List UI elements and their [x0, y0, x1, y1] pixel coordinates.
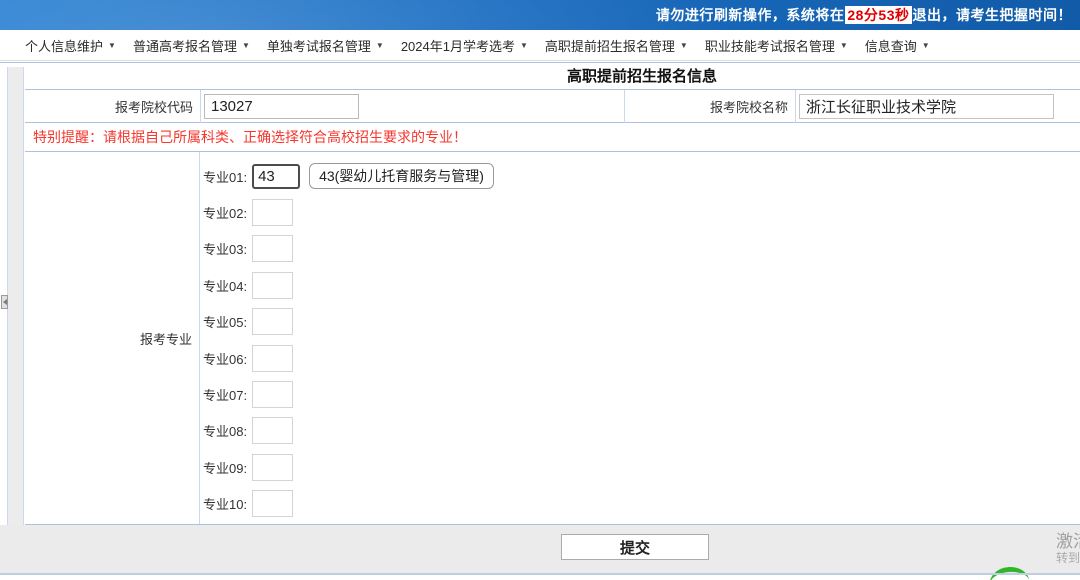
major-row: 专业06:	[203, 340, 494, 376]
major-row: 专业07:	[203, 376, 494, 412]
chevron-down-icon: ▼	[922, 40, 930, 50]
main-menu-bar: 个人信息维护 ▼ 普通高考报名管理 ▼ 单独考试报名管理 ▼ 2024年1月学考…	[0, 30, 1080, 61]
menu-item-label: 职业技能考试报名管理	[705, 36, 835, 55]
major-input[interactable]	[252, 490, 293, 517]
chevron-down-icon: ▼	[520, 40, 528, 50]
menu-item-label: 高职提前招生报名管理	[545, 36, 675, 55]
registration-form: 高职提前招生报名信息 报考院校代码 报考院校名称 特别提醒：请根据自己所属科类、…	[25, 62, 1080, 525]
selected-major-chip[interactable]: 43(婴幼儿托育服务与管理)	[309, 163, 494, 189]
major-input[interactable]	[252, 345, 293, 372]
major-row: 专业01: 43(婴幼儿托育服务与管理)	[203, 158, 494, 194]
major-row: 专业03:	[203, 231, 494, 267]
menu-item-label: 2024年1月学考选考	[401, 36, 515, 55]
major-label: 专业07:	[203, 385, 247, 404]
menu-item[interactable]: 2024年1月学考选考 ▼	[401, 36, 528, 55]
school-info-row: 报考院校代码 报考院校名称	[25, 90, 1080, 123]
chevron-down-icon: ▼	[108, 40, 116, 50]
page-content: 高职提前招生报名信息 报考院校代码 报考院校名称 特别提醒：请根据自己所属科类、…	[0, 61, 1080, 580]
menu-item[interactable]: 高职提前招生报名管理 ▼	[545, 36, 688, 55]
submit-button[interactable]: 提交	[561, 534, 709, 560]
major-label: 专业01:	[203, 167, 247, 186]
special-notice: 特别提醒：请根据自己所属科类、正确选择符合高校招生要求的专业！	[25, 123, 1080, 152]
chevron-down-icon: ▼	[840, 40, 848, 50]
menu-item[interactable]: 个人信息维护 ▼	[25, 36, 116, 55]
page-bottom-divider	[0, 573, 1080, 575]
banner-text-prefix: 请勿进行刷新操作，系统将在	[656, 7, 845, 23]
menu-item[interactable]: 职业技能考试报名管理 ▼	[705, 36, 848, 55]
major-row: 专业02:	[203, 194, 494, 230]
major-input[interactable]	[252, 272, 293, 299]
school-name-cell	[795, 90, 1080, 123]
menu-item-label: 普通高考报名管理	[133, 36, 237, 55]
menu-item[interactable]: 信息查询 ▼	[865, 36, 930, 55]
major-row: 专业04:	[203, 267, 494, 303]
school-code-cell	[200, 90, 625, 123]
major-input[interactable]	[252, 164, 300, 189]
chevron-down-icon: ▼	[680, 40, 688, 50]
chevron-down-icon: ▼	[242, 40, 250, 50]
watermark-line2: 转到	[1056, 551, 1080, 565]
timeout-countdown: 28分53秒	[845, 6, 911, 24]
majors-section: 报考专业 专业01: 43(婴幼儿托育服务与管理) 专业02: 专业03: 专业…	[25, 152, 1080, 525]
major-row: 专业05:	[203, 304, 494, 340]
major-row: 专业08:	[203, 413, 494, 449]
majors-section-label: 报考专业	[25, 152, 200, 524]
session-timeout-banner: 请勿进行刷新操作，系统将在28分53秒退出，请考生把握时间！	[0, 0, 1080, 30]
watermark-line1: 激活	[1056, 532, 1080, 551]
major-label: 专业03:	[203, 239, 247, 258]
major-input[interactable]	[252, 235, 293, 262]
major-input[interactable]	[252, 417, 293, 444]
major-label: 专业02:	[203, 203, 247, 222]
major-label: 专业06:	[203, 349, 247, 368]
form-title: 高职提前招生报名信息	[25, 63, 1080, 90]
major-input[interactable]	[252, 454, 293, 481]
collapsed-side-panel	[7, 67, 24, 526]
school-code-label: 报考院校代码	[25, 97, 200, 116]
left-arrow-icon	[3, 299, 7, 305]
menu-item-label: 单独考试报名管理	[267, 36, 371, 55]
major-row: 专业10:	[203, 486, 494, 522]
major-label: 专业05:	[203, 312, 247, 331]
menu-item[interactable]: 普通高考报名管理 ▼	[133, 36, 250, 55]
chevron-down-icon: ▼	[376, 40, 384, 50]
major-label: 专业10:	[203, 494, 247, 513]
major-input[interactable]	[252, 308, 293, 335]
app-window: 请勿进行刷新操作，系统将在28分53秒退出，请考生把握时间！ 个人信息维护 ▼ …	[0, 0, 1080, 580]
major-label: 专业08:	[203, 421, 247, 440]
banner-text-suffix: 退出，请考生把握时间！	[913, 7, 1073, 23]
major-input[interactable]	[252, 381, 293, 408]
major-label: 专业04:	[203, 276, 247, 295]
major-row: 专业09:	[203, 449, 494, 485]
school-code-input[interactable]	[204, 94, 359, 119]
activation-watermark: 激活 转到	[1056, 532, 1080, 565]
major-label: 专业09:	[203, 458, 247, 477]
menu-item-label: 信息查询	[865, 36, 917, 55]
panel-collapse-handle[interactable]	[1, 295, 8, 309]
menu-item-label: 个人信息维护	[25, 36, 103, 55]
footer-band: 提交	[0, 525, 1080, 574]
majors-list: 专业01: 43(婴幼儿托育服务与管理) 专业02: 专业03: 专业04:	[200, 152, 494, 524]
school-name-label: 报考院校名称	[625, 97, 795, 116]
major-input[interactable]	[252, 199, 293, 226]
menu-item[interactable]: 单独考试报名管理 ▼	[267, 36, 384, 55]
school-name-input[interactable]	[799, 94, 1054, 119]
